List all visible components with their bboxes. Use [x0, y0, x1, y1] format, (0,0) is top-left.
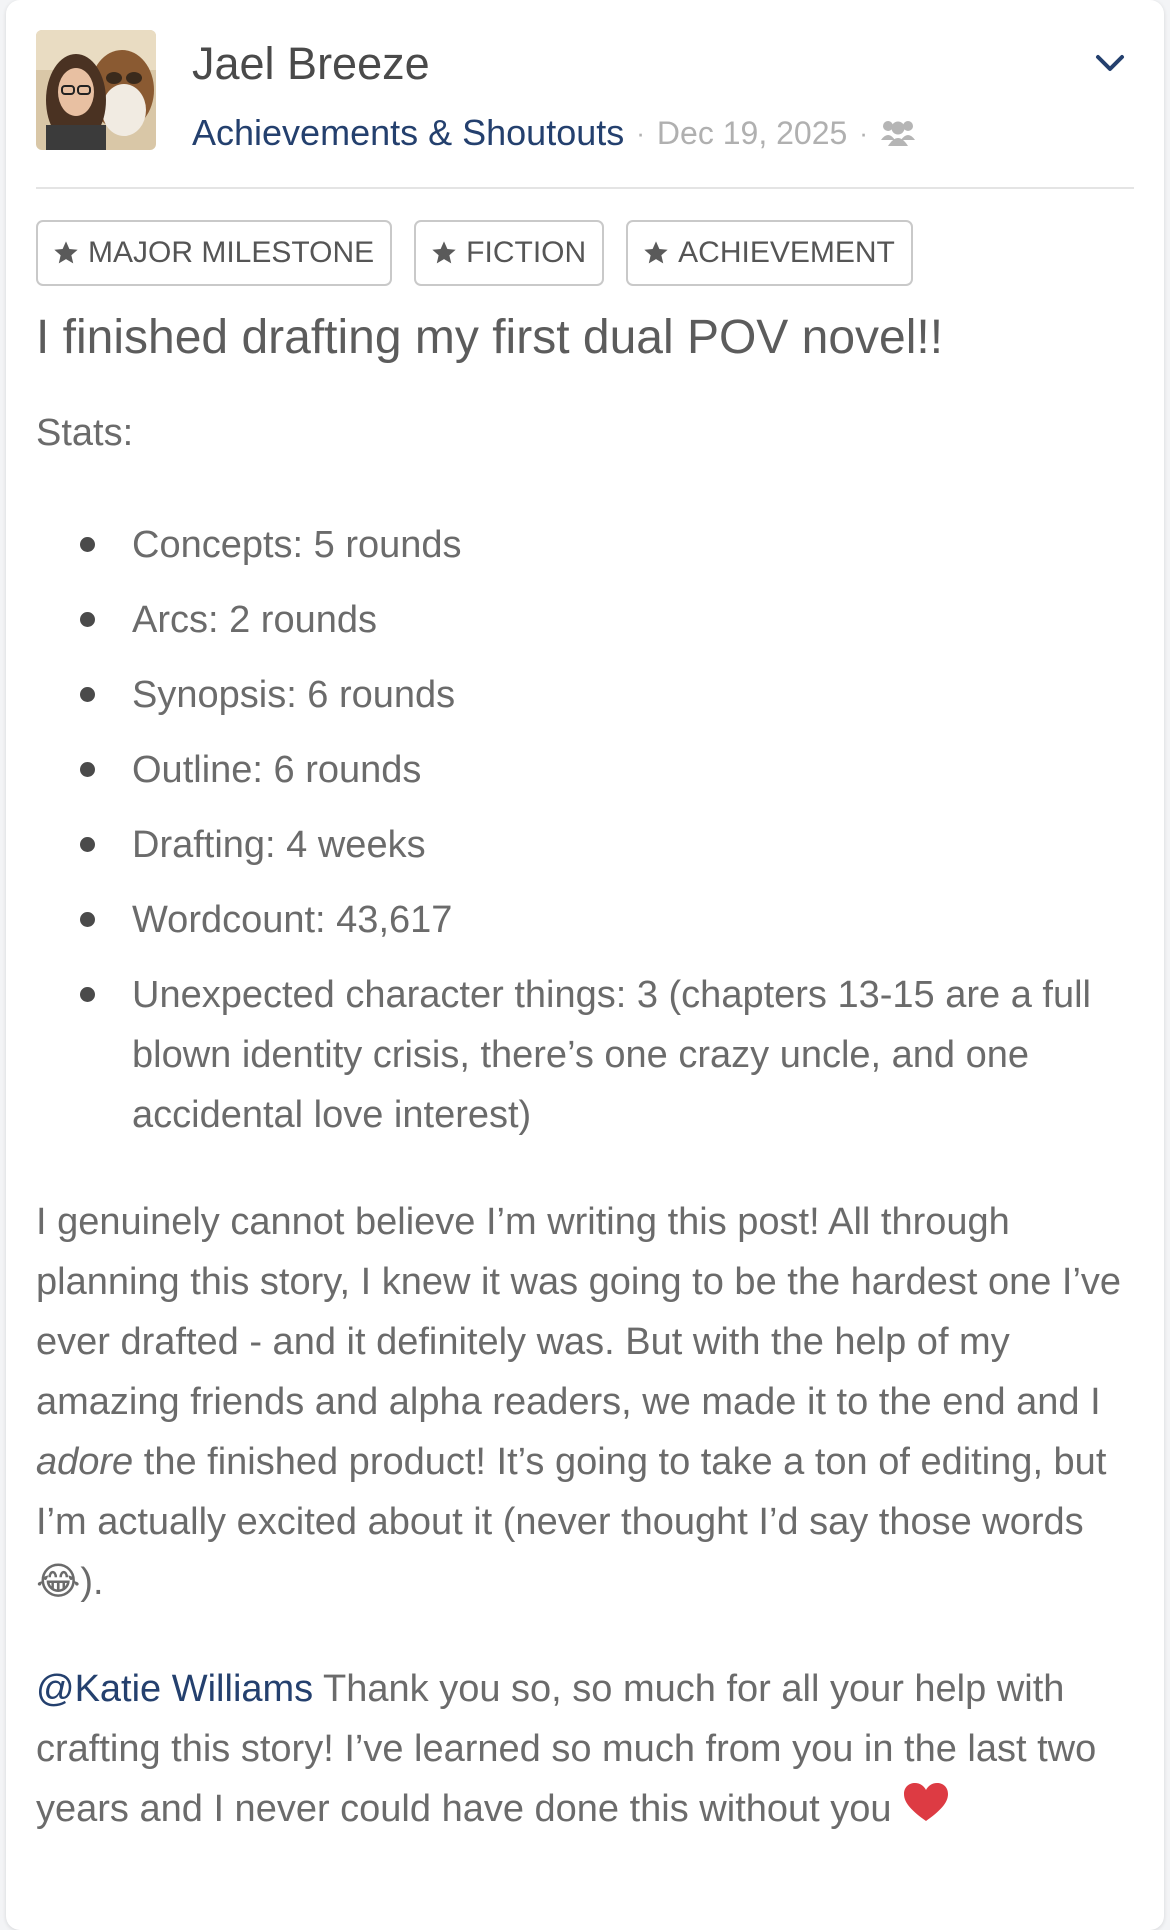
tag-fiction[interactable]: FICTION — [414, 220, 605, 286]
bullet-dot — [80, 837, 95, 852]
paragraph-emphasis: adore — [36, 1441, 134, 1483]
meta-separator: · — [859, 117, 868, 148]
star-icon — [432, 241, 456, 264]
tag-major-milestone[interactable]: MAJOR MILESTONE — [36, 220, 393, 286]
list-item-text: Synopsis: 6 rounds — [132, 674, 456, 716]
tag-achievement[interactable]: ACHIEVEMENT — [626, 220, 913, 286]
list-item-text: Wordcount: 43,617 — [132, 899, 453, 941]
post-date[interactable]: Dec 19, 2025 — [657, 115, 847, 152]
star-icon — [54, 241, 78, 264]
bullet-dot — [80, 912, 95, 927]
tag-label: MAJOR MILESTONE — [88, 236, 375, 269]
list-item-text: Outline: 6 rounds — [132, 749, 422, 791]
bullet-dot — [80, 987, 95, 1002]
red-heart-icon — [902, 1781, 950, 1841]
post-title: I finished drafting my first dual POV no… — [36, 311, 944, 364]
paragraph-text: the finished product! It’s going to take… — [36, 1441, 1107, 1543]
list-item-text: Drafting: 4 weeks — [132, 824, 426, 866]
bullet-dot — [80, 687, 95, 702]
tag-label: FICTION — [466, 236, 587, 269]
tag-label: ACHIEVEMENT — [678, 236, 895, 269]
list-item-text: Concepts: 5 rounds — [132, 524, 462, 566]
user-mention-link[interactable]: @Katie Williams — [36, 1668, 313, 1710]
paragraph-text: ). — [80, 1561, 104, 1603]
group-people-icon — [880, 118, 916, 148]
list-item-text: Arcs: 2 rounds — [132, 599, 377, 641]
post-meta: Achievements & Shoutouts · Dec 19, 2025 … — [192, 110, 916, 156]
stats-label: Stats: — [36, 412, 134, 454]
chevron-down-icon[interactable] — [1092, 48, 1128, 78]
author-name[interactable]: Jael Breeze — [192, 38, 430, 90]
post-paragraph: I genuinely cannot believe I’m writing t… — [36, 1192, 1146, 1612]
bullet-dot — [80, 612, 95, 627]
paragraph-text: I genuinely cannot believe I’m writing t… — [36, 1201, 1122, 1423]
header-divider — [36, 187, 1134, 189]
meta-separator: · — [636, 117, 645, 148]
tag-list: MAJOR MILESTONE FICTION ACHIEVEMENT — [36, 220, 913, 286]
list-item-text: Unexpected character things: 3 (chapters… — [132, 974, 1091, 1136]
post-card: Jael Breeze Achievements & Shoutouts · D… — [6, 0, 1164, 1930]
author-avatar[interactable] — [36, 30, 156, 150]
bullet-dot — [80, 537, 95, 552]
shoutout-paragraph: @Katie Williams Thank you so, so much fo… — [36, 1659, 1146, 1841]
bullet-dot — [80, 762, 95, 777]
star-icon — [644, 241, 668, 264]
laughing-crying-emoji: 😂 — [36, 1561, 81, 1603]
group-link[interactable]: Achievements & Shoutouts — [192, 112, 624, 154]
